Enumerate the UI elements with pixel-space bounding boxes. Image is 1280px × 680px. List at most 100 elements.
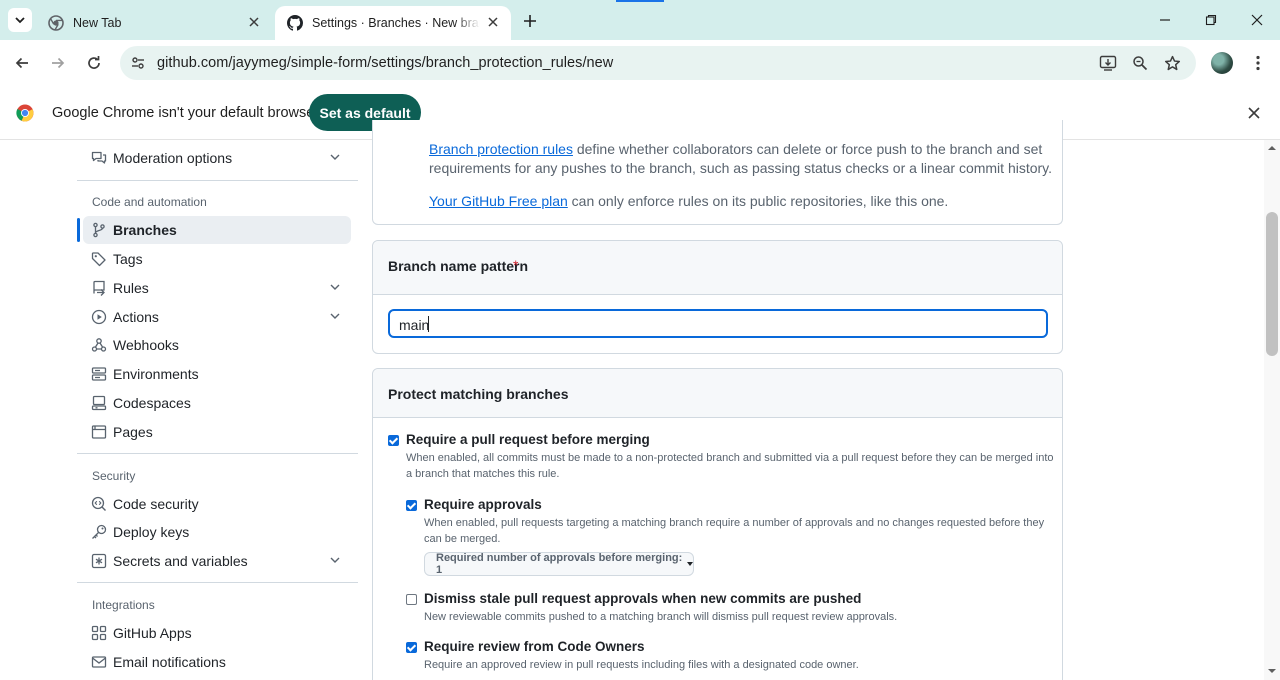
sidebar-item-email-notifications[interactable]: Email notifications <box>83 648 351 676</box>
sidebar-heading-security: Security <box>92 469 136 483</box>
tab-search-button[interactable] <box>8 8 32 32</box>
comment-discussion-icon <box>91 150 107 166</box>
approvals-count-dropdown[interactable]: Required number of approvals before merg… <box>424 552 694 576</box>
tab-title: Settings · Branches · New branch protect… <box>312 16 480 30</box>
chevron-down-icon <box>329 151 341 163</box>
sidebar-item-rules[interactable]: Rules <box>83 274 351 302</box>
sidebar-item-label: Rules <box>113 280 149 296</box>
reload-button[interactable] <box>82 51 106 75</box>
sidebar-item-label: Codespaces <box>113 395 191 411</box>
code-owners-desc: Require an approved review in pull reque… <box>424 659 859 671</box>
reload-icon <box>86 55 102 71</box>
tab-strip: New Tab Settings · Branches · New branch… <box>0 0 1280 40</box>
sidebar-item-actions[interactable]: Actions <box>83 303 351 331</box>
close-infobar-icon[interactable] <box>1248 107 1260 119</box>
sidebar-heading-integrations: Integrations <box>92 598 155 612</box>
required-marker: * <box>513 257 519 273</box>
chrome-menu-button[interactable] <box>1246 51 1270 75</box>
close-icon <box>1251 14 1263 26</box>
tab-github-settings[interactable]: Settings · Branches · New branch protect… <box>275 6 511 40</box>
git-branch-icon <box>91 222 107 238</box>
new-tab-button[interactable] <box>519 10 541 32</box>
play-icon <box>91 309 107 325</box>
infobar-message: Google Chrome isn't your default browser <box>52 105 320 121</box>
branch-pattern-input[interactable]: main <box>388 309 1048 338</box>
require-approvals-checkbox[interactable] <box>406 500 417 511</box>
branch-pattern-value: main <box>399 317 430 333</box>
zoom-icon[interactable] <box>1130 53 1150 73</box>
sidebar-item-tags[interactable]: Tags <box>83 245 351 273</box>
require-pr-checkbox[interactable] <box>388 435 399 446</box>
close-window-button[interactable] <box>1244 8 1270 32</box>
sidebar-item-label: Code security <box>113 496 199 512</box>
url-text: github.com/jayymeg/simple-form/settings/… <box>157 55 614 71</box>
back-button[interactable] <box>10 51 34 75</box>
chevron-down-icon <box>329 310 341 322</box>
sidebar-item-label: Tags <box>113 251 143 267</box>
browser-toolbar: github.com/jayymeg/simple-form/settings/… <box>0 40 1280 86</box>
chevron-down-icon <box>14 14 26 26</box>
scroll-up-arrow-icon[interactable] <box>1267 144 1277 152</box>
more-vertical-icon <box>1256 55 1260 71</box>
minimize-button[interactable] <box>1152 8 1178 32</box>
sidebar-item-label: Webhooks <box>113 337 179 353</box>
close-tab-icon[interactable] <box>246 14 262 30</box>
intro-box: Branch protection rules define whether c… <box>372 120 1063 225</box>
sidebar-item-label: Environments <box>113 366 199 382</box>
sidebar-item-environments[interactable]: Environments <box>83 360 351 388</box>
sidebar-item-codespaces[interactable]: Codespaces <box>83 389 351 417</box>
protect-heading: Protect matching branches <box>388 386 569 402</box>
branch-pattern-label: Branch name pattern <box>388 258 529 274</box>
sidebar-item-label: Secrets and variables <box>113 553 248 569</box>
dismiss-stale-checkbox[interactable] <box>406 594 417 605</box>
close-tab-icon[interactable] <box>485 14 501 30</box>
sidebar-item-pages[interactable]: Pages <box>83 418 351 446</box>
key-asterisk-icon <box>91 553 107 569</box>
plus-icon <box>523 14 537 28</box>
server-icon <box>91 366 107 382</box>
forward-button[interactable] <box>46 51 70 75</box>
approvals-dropdown-label: Required number of approvals before merg… <box>436 552 683 576</box>
site-info-icon[interactable] <box>128 53 148 73</box>
code-owners-checkbox[interactable] <box>406 642 417 653</box>
address-bar[interactable]: github.com/jayymeg/simple-form/settings/… <box>120 46 1196 80</box>
free-plan-link[interactable]: Your GitHub Free plan <box>429 193 568 209</box>
sidebar-item-secrets-and-variables[interactable]: Secrets and variables <box>83 547 351 575</box>
install-app-icon[interactable] <box>1098 53 1118 73</box>
active-indicator <box>77 218 80 242</box>
tab-group-indicator <box>616 0 664 2</box>
apps-icon <box>91 625 107 641</box>
chrome-logo-icon <box>16 104 34 122</box>
sidebar-item-label: Pages <box>113 424 153 440</box>
sidebar-item-webhooks[interactable]: Webhooks <box>83 331 351 359</box>
scroll-down-arrow-icon[interactable] <box>1267 667 1277 675</box>
restore-icon <box>1205 14 1217 26</box>
sidebar-heading-code-automation: Code and automation <box>92 195 207 209</box>
repo-push-icon <box>91 280 107 296</box>
mail-icon <box>91 654 107 670</box>
sidebar-item-branches[interactable]: Branches <box>83 216 351 244</box>
minimize-icon <box>1159 14 1171 26</box>
text-cursor <box>428 316 429 332</box>
github-icon <box>287 15 303 31</box>
sidebar-item-deploy-keys[interactable]: Deploy keys <box>83 518 351 546</box>
restore-button[interactable] <box>1198 8 1224 32</box>
intro-line-1: Branch protection rules define whether c… <box>429 140 1042 159</box>
bookmark-star-icon[interactable] <box>1162 53 1182 73</box>
branch-protection-rules-link[interactable]: Branch protection rules <box>429 141 573 157</box>
sidebar-item-label: Email notifications <box>113 654 226 670</box>
sidebar-item-label: Moderation options <box>113 150 233 166</box>
sidebar-item-github-apps[interactable]: GitHub Apps <box>83 619 351 647</box>
profile-avatar[interactable] <box>1211 52 1233 74</box>
require-approvals-desc-1: When enabled, pull requests targeting a … <box>424 517 1045 529</box>
tab-new-tab[interactable]: New Tab <box>36 6 272 40</box>
sidebar-divider <box>77 180 358 181</box>
scrollbar-thumb[interactable] <box>1266 212 1278 356</box>
sidebar-item-label: Actions <box>113 309 159 325</box>
require-approvals-desc-2: can be merged. <box>424 533 501 545</box>
codespaces-icon <box>91 395 107 411</box>
sidebar-item-label: Deploy keys <box>113 524 190 540</box>
sidebar-item-moderation-options[interactable]: Moderation options <box>83 144 351 172</box>
tag-icon <box>91 251 107 267</box>
sidebar-item-code-security[interactable]: Code security <box>83 490 351 518</box>
